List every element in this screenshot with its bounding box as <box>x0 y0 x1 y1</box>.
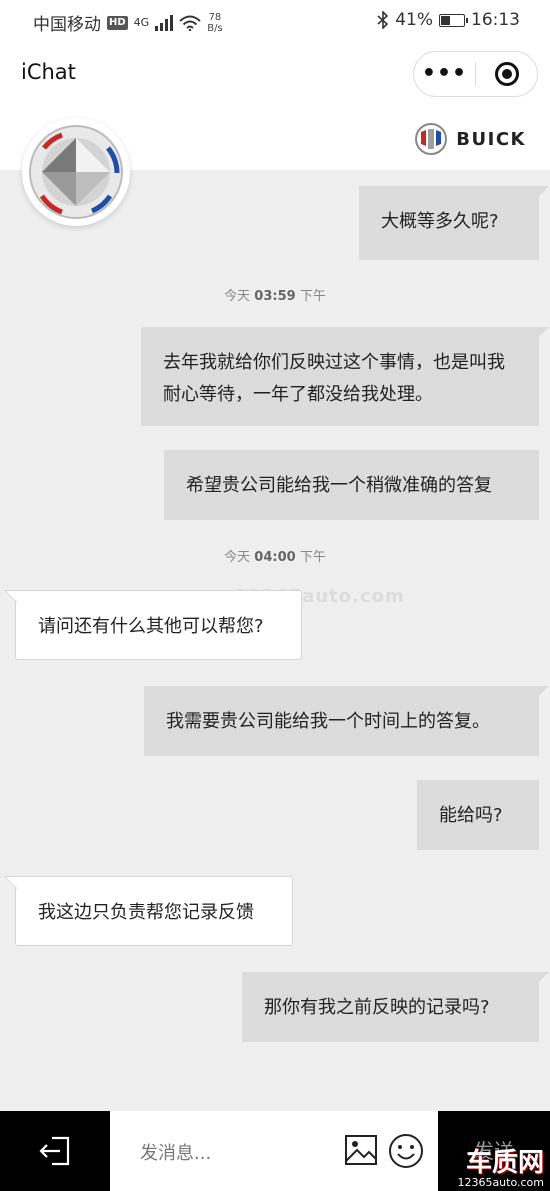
message-text: 去年我就给你们反映过这个事情，也是叫我耐心等待，一年了都没给我处理。 <box>163 352 505 405</box>
close-button[interactable] <box>476 62 537 86</box>
more-button[interactable]: ••• <box>414 51 475 97</box>
message-input-placeholder: 发消息... <box>140 1143 212 1164</box>
emoji-icon[interactable] <box>388 1133 424 1169</box>
clock: 16:13 <box>471 10 520 30</box>
battery-percent: 41% <box>395 10 433 30</box>
wifi-icon <box>179 15 201 31</box>
chat-screen: 中国移动 HD 4G 78 B/s 41% 16:13 iChat ••• BU… <box>0 0 550 1191</box>
speed-value: 78 <box>208 11 222 23</box>
logout-icon <box>39 1136 70 1166</box>
message-text: 我这边只负责帮您记录反馈 <box>38 902 254 923</box>
brand-logo: BUICK <box>414 122 526 156</box>
status-bar: 中国移动 HD 4G 78 B/s 41% 16:13 <box>0 0 550 44</box>
battery-icon <box>439 13 468 27</box>
corner-logo-url: 12365auto.com <box>457 1176 544 1189</box>
message-text: 那你有我之前反映的记录吗? <box>264 997 490 1018</box>
message-bubble-sent: 去年我就给你们反映过这个事情，也是叫我耐心等待，一年了都没给我处理。 <box>141 327 549 426</box>
message-text: 希望贵公司能给我一个稍微准确的答复 <box>186 475 492 496</box>
timestamp-period: 下午 <box>299 289 326 304</box>
message-text: 大概等多久呢? <box>381 211 499 232</box>
target-icon <box>494 62 519 86</box>
page-title: iChat <box>21 60 76 84</box>
mini-program-capsule: ••• <box>413 51 538 97</box>
message-text: 请问还有什么其他可以帮您? <box>38 616 264 637</box>
bubble-tail <box>4 876 17 889</box>
timestamp: 今天 04:00 下午 <box>0 546 550 565</box>
message-bubble-received: 我这边只负责帮您记录反馈 <box>4 876 293 946</box>
message-bubble-sent: 大概等多久呢? <box>359 186 549 260</box>
signal-icon <box>155 14 174 31</box>
speed-unit: B/s <box>207 22 223 34</box>
message-text: 我需要贵公司能给我一个时间上的答复。 <box>166 711 490 732</box>
bubble-tail <box>4 590 17 603</box>
timestamp-time: 04:00 <box>254 550 296 565</box>
buick-wheel-icon <box>29 125 123 219</box>
buick-emblem-icon <box>415 123 448 155</box>
timestamp-day: 今天 <box>224 550 251 565</box>
corner-watermark-logo: 车质网 12365auto.com <box>457 1150 544 1189</box>
bubble-tail <box>537 186 549 198</box>
message-bubble-received: 请问还有什么其他可以帮您? <box>4 590 302 660</box>
composer-bar: 发消息... 发送 车质网 12365auto.com <box>0 1111 550 1191</box>
brand-name: BUICK <box>456 128 526 150</box>
battery-level <box>441 15 450 25</box>
nav-bar: iChat ••• <box>0 44 550 104</box>
timestamp-time: 03:59 <box>254 289 296 304</box>
message-bubble-sent: 希望贵公司能给我一个稍微准确的答复 <box>164 450 539 520</box>
corner-logo-name: 车质网 <box>465 1148 544 1178</box>
timestamp-period: 下午 <box>299 550 326 565</box>
network-type: 4G <box>133 16 150 29</box>
message-text: 能给吗? <box>439 805 503 826</box>
hd-badge: HD <box>107 15 128 30</box>
carrier-label: 中国移动 <box>33 15 101 35</box>
bluetooth-icon <box>377 11 389 29</box>
timestamp-day: 今天 <box>224 289 251 304</box>
avatar <box>22 118 130 226</box>
network-speed: 78 B/s <box>207 12 222 34</box>
bubble-tail <box>537 327 549 339</box>
message-bubble-sent: 我需要贵公司能给我一个时间上的答复。 <box>144 686 549 756</box>
message-bubble-sent: 能给吗? <box>417 780 539 850</box>
timestamp: 今天 03:59 下午 <box>0 285 550 304</box>
image-icon[interactable] <box>344 1133 378 1167</box>
exit-button[interactable] <box>0 1111 110 1191</box>
message-bubble-sent: 那你有我之前反映的记录吗? <box>242 972 549 1042</box>
bubble-tail <box>537 686 549 698</box>
bubble-tail <box>537 972 549 984</box>
message-input[interactable]: 发消息... <box>110 1111 438 1191</box>
